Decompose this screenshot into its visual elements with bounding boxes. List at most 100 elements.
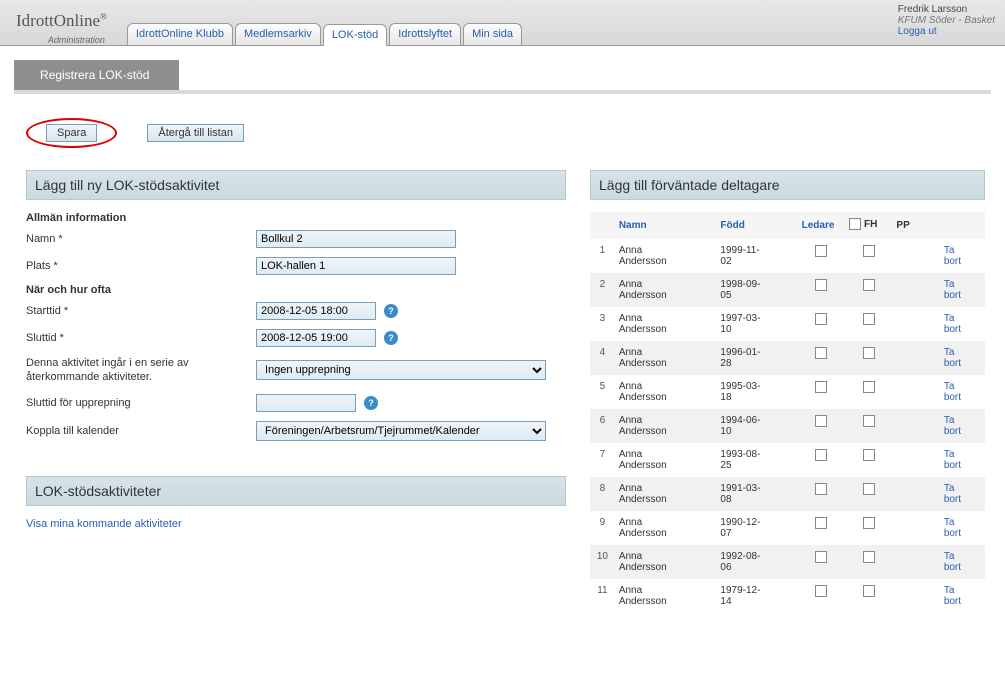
fh-checkbox[interactable]	[863, 517, 875, 529]
pp-cell	[892, 511, 939, 545]
col-pp: PP	[892, 212, 939, 239]
fh-checkbox[interactable]	[863, 415, 875, 427]
show-upcoming-activities-link[interactable]: Visa mina kommande aktiviteter	[26, 518, 182, 530]
label-endtime: Sluttid *	[26, 332, 256, 344]
row-born: 1992-08-06	[716, 545, 797, 579]
col-action	[940, 212, 985, 239]
fh-checkbox[interactable]	[863, 483, 875, 495]
return-to-list-button[interactable]: Återgå till listan	[147, 124, 244, 142]
name-input[interactable]	[256, 230, 456, 248]
row-index: 11	[590, 579, 615, 613]
fh-checkbox[interactable]	[863, 279, 875, 291]
table-row: 10AnnaAndersson1992-08-06 Tabort	[590, 545, 985, 579]
table-row: 2AnnaAndersson1998-09-05Tabort	[590, 273, 985, 307]
logo-subtitle: Administration	[8, 35, 107, 45]
pp-cell	[892, 239, 939, 273]
row-name: AnnaAndersson	[615, 511, 717, 545]
fh-checkbox[interactable]	[863, 245, 875, 257]
save-highlight-ring: Spara	[26, 118, 117, 148]
label-place: Plats *	[26, 260, 256, 272]
row-name: AnnaAndersson	[615, 341, 717, 375]
leader-checkbox[interactable]	[815, 517, 827, 529]
fh-checkbox[interactable]	[863, 381, 875, 393]
leader-checkbox[interactable]	[815, 347, 827, 359]
label-series: Denna aktivitet ingår i en serie av åter…	[26, 356, 256, 385]
table-row: 9AnnaAndersson1990-12-07 Tabort	[590, 511, 985, 545]
remove-link[interactable]: Tabort	[944, 313, 961, 335]
help-icon[interactable]: ?	[384, 304, 398, 318]
table-row: 8AnnaAndersson1991-03-08Tabort	[590, 477, 985, 511]
participants-table: Namn Född Ledare FH PP 1AnnaAndersson199…	[590, 212, 985, 613]
leader-checkbox[interactable]	[815, 313, 827, 325]
section-when: När och hur ofta	[26, 284, 566, 296]
fh-all-checkbox[interactable]	[849, 218, 861, 230]
row-born: 1993-08-25	[716, 443, 797, 477]
save-button[interactable]: Spara	[46, 124, 97, 142]
row-born: 1990-12-07	[716, 511, 797, 545]
recurrence-select[interactable]: Ingen upprepning	[256, 360, 546, 380]
leader-checkbox[interactable]	[815, 585, 827, 597]
content-area: Spara Återgå till listan Lägg till ny LO…	[0, 94, 1005, 633]
leader-checkbox[interactable]	[815, 381, 827, 393]
table-row: 1AnnaAndersson1999-11-02Tabort	[590, 239, 985, 273]
row-name: AnnaAndersson	[615, 443, 717, 477]
leader-checkbox[interactable]	[815, 279, 827, 291]
tab-medlemsarkiv[interactable]: Medlemsarkiv	[235, 23, 321, 45]
remove-link[interactable]: Tabort	[944, 449, 961, 471]
table-row: 11AnnaAndersson1979-12-14Tabort	[590, 579, 985, 613]
pp-cell	[892, 579, 939, 613]
label-repeat-end: Sluttid för upprepning	[26, 397, 256, 409]
remove-link[interactable]: Tabort	[944, 585, 961, 607]
remove-link[interactable]: Tabort	[944, 483, 961, 505]
col-name[interactable]: Namn	[615, 212, 717, 239]
calendar-select[interactable]: Föreningen/Arbetsrum/Tjejrummet/Kalender	[256, 421, 546, 441]
col-leader[interactable]: Ledare	[798, 212, 845, 239]
page-title: Registrera LOK-stöd	[14, 60, 179, 90]
row-index: 8	[590, 477, 615, 511]
place-input[interactable]	[256, 257, 456, 275]
user-box: Fredrik Larsson KFUM Söder - Basket Logg…	[898, 4, 995, 37]
remove-link[interactable]: Tabort	[944, 279, 961, 301]
leader-checkbox[interactable]	[815, 551, 827, 563]
fh-checkbox[interactable]	[863, 347, 875, 359]
pp-cell	[892, 477, 939, 511]
help-icon[interactable]: ?	[364, 396, 378, 410]
tab-lok-stod[interactable]: LOK-stöd	[323, 24, 387, 46]
col-born[interactable]: Född	[716, 212, 797, 239]
user-name: Fredrik Larsson	[898, 4, 995, 15]
row-index: 10	[590, 545, 615, 579]
row-index: 9	[590, 511, 615, 545]
tab-idrottonline-klubb[interactable]: IdrottOnline Klubb	[127, 23, 233, 45]
leader-checkbox[interactable]	[815, 449, 827, 461]
leader-checkbox[interactable]	[815, 245, 827, 257]
remove-link[interactable]: Tabort	[944, 415, 961, 437]
remove-link[interactable]: Tabort	[944, 347, 961, 369]
repeat-end-input[interactable]	[256, 394, 356, 412]
remove-link[interactable]: Tabort	[944, 517, 961, 539]
row-name: AnnaAndersson	[615, 545, 717, 579]
fh-checkbox[interactable]	[863, 449, 875, 461]
tab-idrottslyftet[interactable]: Idrottslyftet	[389, 23, 461, 45]
starttime-input[interactable]	[256, 302, 376, 320]
panel-title-participants: Lägg till förväntade deltagare	[590, 170, 985, 200]
pp-cell	[892, 375, 939, 409]
remove-link[interactable]: Tabort	[944, 381, 961, 403]
row-name: AnnaAndersson	[615, 239, 717, 273]
fh-checkbox[interactable]	[863, 585, 875, 597]
remove-link[interactable]: Tabort	[944, 245, 961, 267]
tab-min-sida[interactable]: Min sida	[463, 23, 522, 45]
endtime-input[interactable]	[256, 329, 376, 347]
row-born: 1999-11-02	[716, 239, 797, 273]
help-icon[interactable]: ?	[384, 331, 398, 345]
row-born: 1991-03-08	[716, 477, 797, 511]
app-header: IdrottOnline® Administration IdrottOnlin…	[0, 0, 1005, 46]
fh-checkbox[interactable]	[863, 313, 875, 325]
fh-checkbox[interactable]	[863, 551, 875, 563]
row-born: 1995-03-18	[716, 375, 797, 409]
leader-checkbox[interactable]	[815, 483, 827, 495]
table-row: 4AnnaAndersson1996-01-28Tabort	[590, 341, 985, 375]
leader-checkbox[interactable]	[815, 415, 827, 427]
row-born: 1997-03-10	[716, 307, 797, 341]
remove-link[interactable]: Tabort	[944, 551, 961, 573]
logout-link[interactable]: Logga ut	[898, 26, 995, 37]
